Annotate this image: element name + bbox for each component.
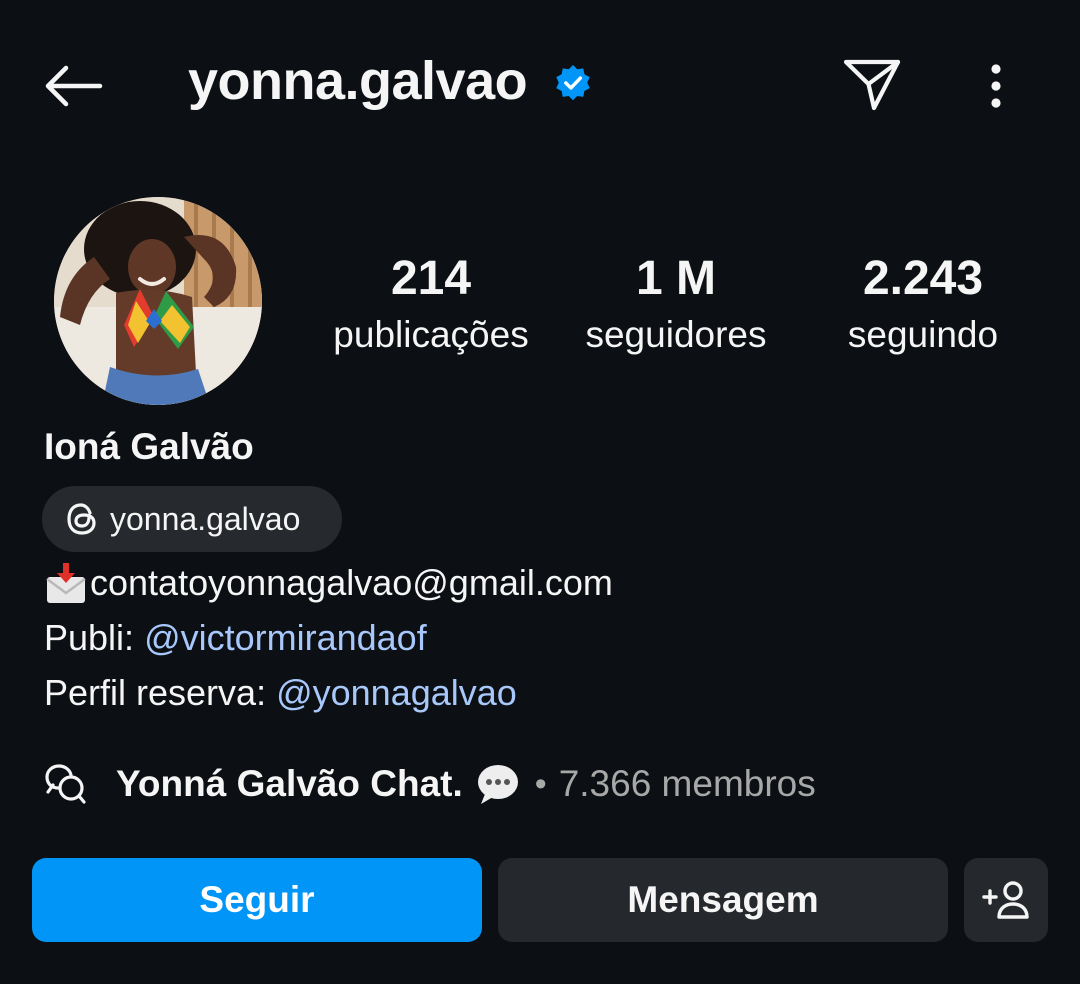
posts-label: publicações [333, 314, 529, 355]
verified-badge-icon [556, 64, 590, 101]
broadcast-chat-row[interactable]: Yonná Galvão Chat. • 7.366 membros [44, 758, 816, 810]
more-vertical-icon [991, 64, 1001, 108]
following-count: 2.243 [862, 252, 984, 305]
speech-bubble-emoji-icon [475, 761, 521, 807]
bio-email-line: contatoyonnagalvao@gmail.com [44, 561, 613, 605]
profile-photo [54, 197, 262, 405]
send-message-button[interactable] [838, 52, 906, 116]
profile-full-name: Ioná Galvão [44, 426, 254, 467]
profile-username: yonna.galvao [188, 51, 528, 111]
chat-name: Yonná Galvão Chat. [116, 763, 463, 804]
suggested-users-button[interactable] [964, 858, 1048, 942]
threads-handle: yonna.galvao [110, 500, 301, 537]
following-label: seguindo [847, 314, 999, 355]
follow-button[interactable]: Seguir [32, 858, 482, 942]
followers-label: seguidores [585, 314, 767, 355]
bio-reserva-line: Perfil reserva: @yonnagalvao [44, 671, 517, 715]
inbox-tray-emoji-icon [44, 561, 88, 605]
profile-avatar[interactable] [54, 197, 262, 405]
add-person-icon [982, 881, 1029, 919]
bio-reserva-prefix: Perfil reserva: [44, 672, 277, 713]
bio-publi-prefix: Publi: [44, 617, 145, 658]
send-direct-icon [843, 59, 901, 111]
bio-publi-line: Publi: @victormirandaof [44, 616, 427, 660]
options-menu-button[interactable] [970, 56, 1022, 116]
stat-posts[interactable]: 214 publicações [306, 250, 556, 358]
message-button[interactable]: Mensagem [498, 858, 948, 942]
stat-followers[interactable]: 1 M seguidores [556, 250, 796, 358]
chat-separator: • [534, 764, 547, 803]
bio-reserva-mention-link[interactable]: @yonnagalvao [276, 672, 517, 713]
chat-members-count: 7.366 membros [558, 763, 816, 804]
threads-profile-link[interactable]: yonna.galvao [42, 486, 342, 552]
threads-icon [64, 501, 100, 537]
followers-count: 1 M [635, 252, 716, 305]
back-button[interactable] [40, 56, 106, 116]
chat-bubbles-icon [44, 762, 88, 806]
posts-count: 214 [390, 252, 472, 305]
bio-email: contatoyonnagalvao@gmail.com [90, 562, 613, 603]
stat-following[interactable]: 2.243 seguindo [800, 250, 1046, 358]
bio-publi-mention-link[interactable]: @victormirandaof [144, 617, 427, 658]
back-arrow-icon [45, 65, 103, 107]
